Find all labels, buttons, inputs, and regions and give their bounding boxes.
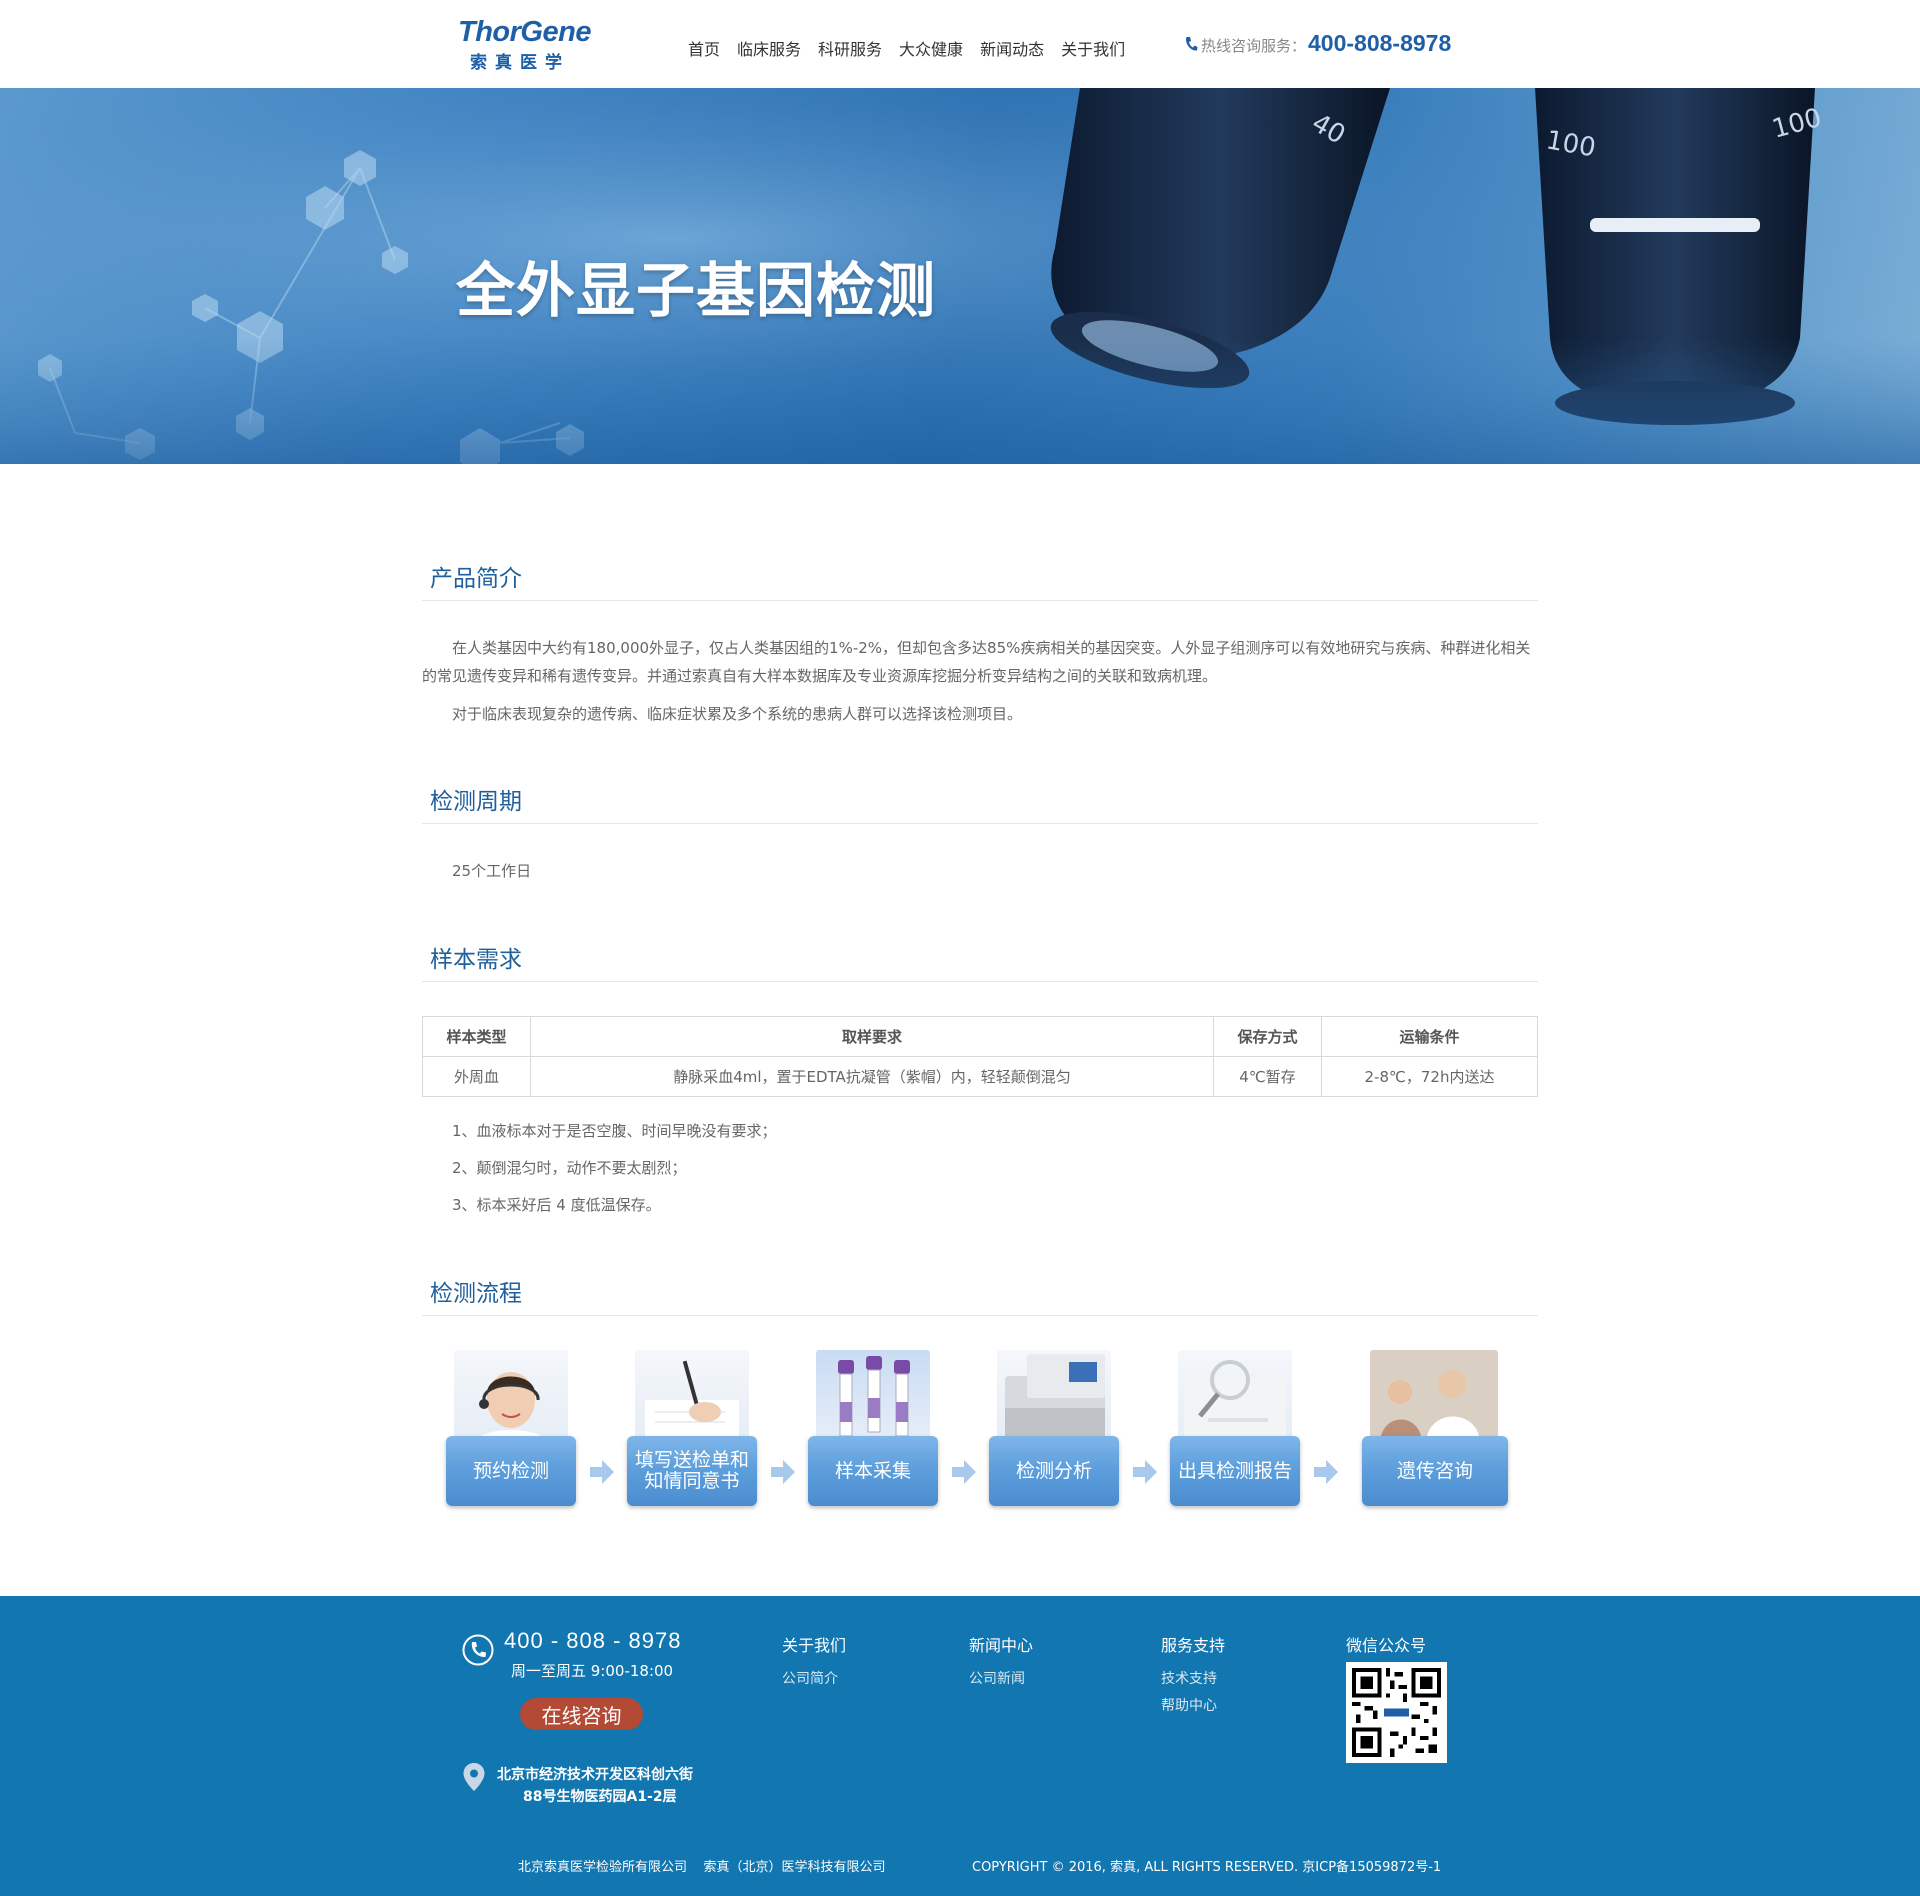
customer-service-image	[454, 1350, 568, 1442]
arrow-right-icon	[590, 1460, 614, 1484]
footer-col-news: 新闻中心 公司新闻	[969, 1632, 1033, 1693]
nav-home[interactable]: 首页	[688, 36, 720, 60]
footer-link-company-news[interactable]: 公司新闻	[969, 1666, 1033, 1693]
section-intro-title: 产品简介	[422, 559, 1538, 601]
footer-address-line-1: 北京市经济技术开发区科创六街	[497, 1767, 693, 1783]
sample-requirements-table: 样本类型 取样要求 保存方式 运输条件 外周血 静脉采血4ml，置于EDTA抗凝…	[422, 1016, 1538, 1097]
table-header: 保存方式	[1213, 1016, 1322, 1057]
table-header: 样本类型	[422, 1016, 531, 1057]
footer-companies: 北京索真医学检验所有限公司 索真（北京）医学科技有限公司	[518, 1860, 886, 1875]
microscope-banner-image: 40 100 100	[0, 88, 1920, 464]
footer-col-support: 服务支持 技术支持 帮助中心	[1161, 1632, 1225, 1720]
process-step: 预约检测	[446, 1350, 576, 1510]
hero-banner: 40 100 100 全外显子基因检测	[0, 88, 1920, 464]
section-sample-title: 样本需求	[422, 940, 1538, 982]
process-step: 遗传咨询	[1362, 1350, 1508, 1510]
step-book-button[interactable]: 预约检测	[446, 1436, 576, 1506]
hotline-label: 热线咨询服务：	[1201, 37, 1307, 55]
arrow-right-icon	[1133, 1460, 1157, 1484]
table-header: 运输条件	[1321, 1016, 1538, 1057]
genetic-counseling-image	[1370, 1350, 1498, 1442]
process-step: 检测分析	[989, 1350, 1119, 1510]
table-cell: 2-8℃，72h内送达	[1321, 1056, 1538, 1097]
list-item: 3、标本采好后 4 度低温保存。	[452, 1196, 661, 1214]
footer-address-line-2: 88号生物医药园A1-2层	[523, 1789, 677, 1805]
step-fill-form-button[interactable]: 填写送检单和知情同意书	[627, 1436, 757, 1506]
arrow-right-icon	[952, 1460, 976, 1484]
wechat-qr-code	[1346, 1662, 1447, 1763]
process-step: 填写送检单和知情同意书	[627, 1350, 757, 1510]
intro-heading: 产品简介	[430, 566, 522, 592]
main-nav: 首页 临床服务 科研服务 大众健康 新闻动态 关于我们	[688, 36, 1142, 60]
process-heading: 检测流程	[430, 1281, 522, 1307]
footer-col-about: 关于我们 公司简介	[782, 1632, 846, 1693]
step-sample-collection-button[interactable]: 样本采集	[808, 1436, 938, 1506]
footer-col-title[interactable]: 新闻中心	[969, 1632, 1033, 1656]
arrow-right-icon	[771, 1460, 795, 1484]
arrow-right-icon	[1314, 1460, 1338, 1484]
cycle-text: 25个工作日	[452, 862, 532, 880]
table-cell: 静脉采血4ml，置于EDTA抗凝管（紫帽）内，轻轻颠倒混匀	[530, 1056, 1214, 1097]
table-cell: 外周血	[422, 1056, 531, 1097]
footer-phone[interactable]: 400 - 808 - 8978	[504, 1628, 681, 1654]
process-step: 样本采集	[808, 1350, 938, 1510]
step-analysis-button[interactable]: 检测分析	[989, 1436, 1119, 1506]
sample-tubes-image	[816, 1350, 930, 1442]
location-pin-icon	[463, 1763, 485, 1791]
footer-copyright: COPYRIGHT © 2016, 索真, ALL RIGHTS RESERVE…	[972, 1860, 1442, 1875]
footer-link-help-center[interactable]: 帮助中心	[1161, 1693, 1225, 1720]
report-magnifier-image	[1178, 1350, 1292, 1442]
table-header: 取样要求	[530, 1016, 1214, 1057]
logo-text-cn: 索真医学	[470, 53, 570, 73]
footer-hours: 周一至周五 9:00-18:00	[511, 1662, 674, 1680]
nav-clinical[interactable]: 临床服务	[737, 36, 801, 60]
footer-link-tech-support[interactable]: 技术支持	[1161, 1666, 1225, 1693]
sample-notes: 1、血液标本对于是否空腹、时间早晚没有要求； 2、颠倒混匀时，动作不要太剧烈； …	[452, 1118, 777, 1229]
section-cycle-title: 检测周期	[422, 782, 1538, 824]
hotline: 热线咨询服务： 400-808-8978	[1184, 30, 1451, 57]
cycle-heading: 检测周期	[430, 789, 522, 815]
list-item: 2、颠倒混匀时，动作不要太剧烈；	[452, 1159, 687, 1177]
table-row: 外周血 静脉采血4ml，置于EDTA抗凝管（紫帽）内，轻轻颠倒混匀 4℃暂存 2…	[422, 1056, 1538, 1097]
footer-link-company-intro[interactable]: 公司简介	[782, 1666, 846, 1693]
nav-about[interactable]: 关于我们	[1061, 36, 1125, 60]
site-footer: 400 - 808 - 8978 周一至周五 9:00-18:00 在线咨询 北…	[0, 1596, 1920, 1896]
site-header: ThorGene 索真医学 首页 临床服务 科研服务 大众健康 新闻动态 关于我…	[0, 0, 1920, 88]
process-step: 出具检测报告	[1170, 1350, 1300, 1510]
page-title: 全外显子基因检测	[456, 256, 937, 325]
thorgene-logo[interactable]: ThorGene 索真医学	[458, 16, 608, 73]
step-counseling-button[interactable]: 遗传咨询	[1362, 1436, 1508, 1506]
sample-heading: 样本需求	[430, 947, 522, 973]
list-item: 1、血液标本对于是否空腹、时间早晚没有要求；	[452, 1122, 777, 1140]
phone-icon	[1185, 36, 1198, 51]
hotline-number[interactable]: 400-808-8978	[1308, 30, 1451, 57]
wechat-title: 微信公众号	[1346, 1636, 1427, 1655]
process-flow: 预约检测 填写送检单和知情同意书 样本采集 检测分析 出具检测报告 遗传咨询	[422, 1350, 1538, 1510]
step-report-button[interactable]: 出具检测报告	[1170, 1436, 1300, 1506]
table-cell: 4℃暂存	[1213, 1056, 1322, 1097]
signing-form-image	[635, 1350, 749, 1442]
online-consult-button[interactable]: 在线咨询	[520, 1698, 643, 1730]
table-header-row: 样本类型 取样要求 保存方式 运输条件	[422, 1016, 1538, 1057]
intro-paragraph-2: 对于临床表现复杂的遗传病、临床症状累及多个系统的患病人群可以选择该检测项目。	[452, 705, 1023, 723]
section-process-title: 检测流程	[422, 1274, 1538, 1316]
sequencer-image	[997, 1350, 1111, 1442]
logo-text-en: ThorGene	[458, 16, 591, 48]
nav-research[interactable]: 科研服务	[818, 36, 882, 60]
footer-col-title[interactable]: 关于我们	[782, 1632, 846, 1656]
intro-paragraph-1: 在人类基因中大约有180,000外显子，仅占人类基因组的1%-2%，但却包含多达…	[422, 639, 1531, 685]
phone-icon	[462, 1634, 494, 1666]
footer-col-title[interactable]: 服务支持	[1161, 1632, 1225, 1656]
nav-health[interactable]: 大众健康	[899, 36, 963, 60]
nav-news[interactable]: 新闻动态	[980, 36, 1044, 60]
